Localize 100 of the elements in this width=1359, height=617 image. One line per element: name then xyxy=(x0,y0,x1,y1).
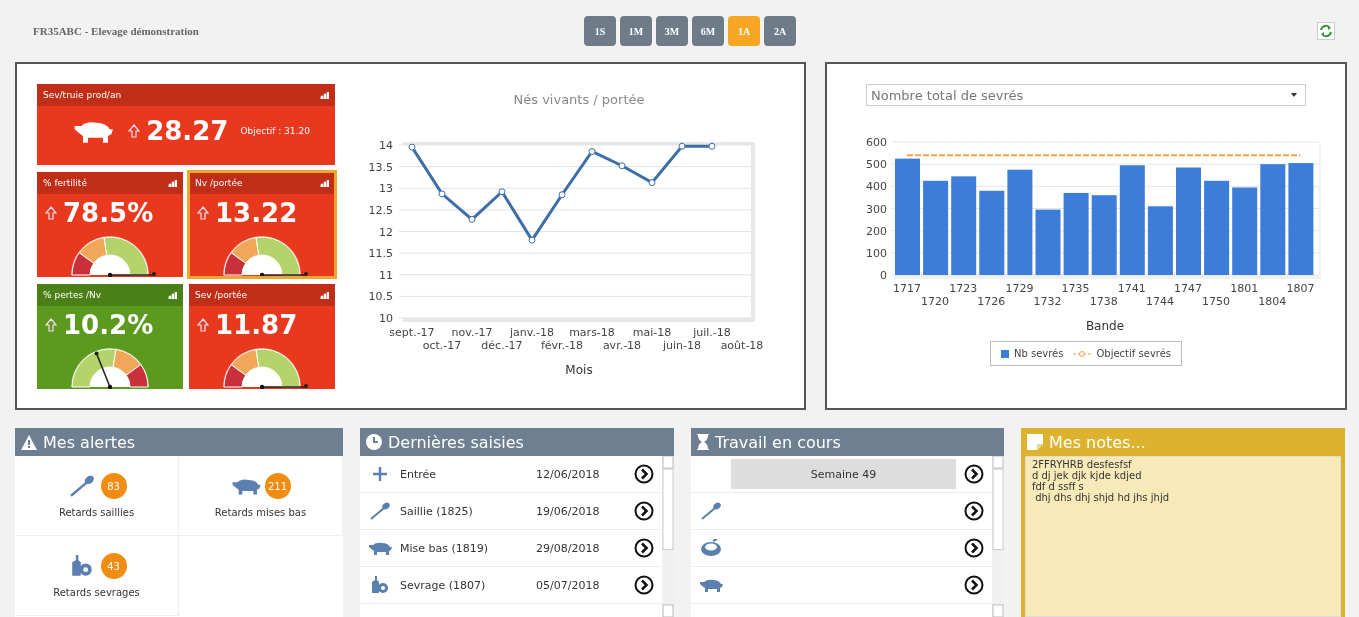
y-tick-label: 200 xyxy=(866,224,887,238)
kpi-objective: Objectif : 31.20 xyxy=(240,126,310,136)
kpi-tile[interactable]: Nv /portée 13.22 xyxy=(189,172,335,277)
kpi-value: 11.87 xyxy=(215,310,298,340)
legend-label: Objectif sevrés xyxy=(1096,348,1172,359)
refresh-icon[interactable] xyxy=(1317,22,1335,40)
data-point xyxy=(588,148,596,155)
x-tick-label: juil.-18 xyxy=(693,326,731,339)
entry-label: Entrée xyxy=(400,467,438,481)
x-tick-label: 1801 xyxy=(1230,282,1259,295)
farm-title: FR35ABC - Elevage démonstration xyxy=(33,25,200,37)
x-tick-label: 1735 xyxy=(1061,282,1090,295)
x-tick-label: 1738 xyxy=(1089,295,1118,308)
up-arrow-icon xyxy=(197,206,209,220)
x-tick-label: 1807 xyxy=(1286,282,1315,295)
data-point xyxy=(648,179,656,187)
note-icon xyxy=(1027,434,1043,450)
data-point xyxy=(618,162,626,170)
x-tick-label: 1729 xyxy=(1005,282,1034,295)
y-tick-label: 13 xyxy=(379,182,393,196)
chevron-button[interactable] xyxy=(964,538,984,558)
axis-title: Bande xyxy=(1085,319,1125,333)
alert-label: Retards saillies xyxy=(58,507,135,518)
legend-swatch xyxy=(1000,349,1009,358)
period-button[interactable]: 6M xyxy=(692,16,724,46)
clock-icon xyxy=(366,434,382,450)
legend-line xyxy=(1073,349,1092,358)
kpi-title: Sev/truie prod/an xyxy=(43,90,122,100)
data-point xyxy=(468,215,476,223)
panel-header: Mes alertes xyxy=(15,428,343,456)
kpi-title: Sev /portée xyxy=(195,290,247,300)
y-tick-label: 13.5 xyxy=(368,160,393,174)
bar-chart-icon[interactable] xyxy=(168,179,177,187)
entry-label: Mise bas (1819) xyxy=(400,541,490,555)
y-tick-label: 300 xyxy=(866,202,887,216)
kpi-tile[interactable]: Sev /portée 11.87 xyxy=(189,284,335,389)
panel-header: Dernières saisies xyxy=(360,428,674,456)
y-tick-label: 400 xyxy=(866,180,887,194)
y-tick-label: 14 xyxy=(379,139,393,152)
catheter-icon xyxy=(368,502,392,520)
chevron-button[interactable] xyxy=(634,464,654,484)
bowl-icon xyxy=(699,539,723,557)
chevron-button[interactable] xyxy=(634,575,654,595)
x-tick-label: sept.-17 xyxy=(389,326,435,339)
hourglass-icon xyxy=(697,434,709,450)
x-tick-label: 1720 xyxy=(921,295,950,308)
x-tick-label: 1804 xyxy=(1258,295,1287,308)
x-tick-label: févr.-18 xyxy=(540,339,584,352)
chevron-button[interactable] xyxy=(964,501,984,521)
kpi-tile[interactable]: % fertilité 78.5% xyxy=(37,172,183,277)
x-tick-label: août-18 xyxy=(720,339,764,352)
y-tick-label: 600 xyxy=(866,136,887,149)
alert-item[interactable]: 211 Retards mises bas xyxy=(179,456,343,536)
x-tick-label: 1750 xyxy=(1202,295,1231,308)
entry-date: 12/06/2018 xyxy=(536,467,601,481)
x-tick-label: nov.-17 xyxy=(451,326,493,339)
scrollbar[interactable] xyxy=(662,456,674,617)
chevron-button[interactable] xyxy=(964,464,984,484)
dropdown-caret-icon xyxy=(1291,93,1297,97)
up-arrow-icon xyxy=(45,206,57,220)
count-badge: 83 xyxy=(100,473,127,499)
bar-chart-icon[interactable] xyxy=(320,291,329,299)
scrollbar[interactable] xyxy=(992,456,1004,617)
metric-dropdown[interactable]: Nombre total de sevrés xyxy=(866,84,1306,106)
x-tick-label: 1726 xyxy=(977,295,1006,308)
period-button[interactable]: 1S xyxy=(584,16,616,46)
x-tick-label: mai-18 xyxy=(632,326,672,339)
data-point xyxy=(498,188,506,196)
legend-label: Nb sevrés xyxy=(1013,348,1064,359)
up-arrow-icon xyxy=(45,318,57,332)
bar-chart-icon[interactable] xyxy=(320,179,329,187)
kpi-value: 78.5% xyxy=(63,198,154,228)
y-tick-label: 11 xyxy=(379,268,393,282)
up-arrow-icon xyxy=(197,318,209,332)
axis-title: Mois xyxy=(565,363,593,377)
y-tick-label: 10.5 xyxy=(368,290,393,304)
kpi-tile[interactable]: Sev/truie prod/an 28.27 Objectif : 31.20 xyxy=(37,84,335,165)
period-button[interactable]: 2A xyxy=(764,16,796,46)
alert-item[interactable]: 43 Retards sevrages xyxy=(15,536,179,616)
bar-chart-icon[interactable] xyxy=(320,91,329,99)
chevron-button[interactable] xyxy=(634,501,654,521)
kpi-tile[interactable]: % pertes /Nv 10.2% xyxy=(37,284,183,389)
y-tick-label: 100 xyxy=(866,246,887,260)
notes-field[interactable]: 2FFRYHRB desfesfsf d dj jek djk kjde kdjed fdf d ssff s dhj dhs dhj shjd hd jhs jhjd xyxy=(1025,456,1341,617)
count-badge: 211 xyxy=(264,473,291,499)
x-tick-label: juin-18 xyxy=(663,339,701,352)
chevron-button[interactable] xyxy=(634,538,654,558)
up-arrow-icon xyxy=(128,124,141,138)
period-button[interactable]: 3M xyxy=(656,16,688,46)
chevron-button[interactable] xyxy=(964,575,984,595)
x-tick-label: janv.-18 xyxy=(510,326,554,339)
alert-item[interactable]: 83 Retards saillies xyxy=(15,456,179,536)
alert-label: Retards mises bas xyxy=(214,507,307,518)
kpi-title: Nv /portée xyxy=(195,178,243,188)
x-tick-label: 1747 xyxy=(1174,282,1202,295)
x-tick-label: 1723 xyxy=(949,282,978,295)
period-button[interactable]: 1M xyxy=(620,16,652,46)
bar-chart-icon[interactable] xyxy=(168,291,177,299)
gauge-needle xyxy=(107,272,155,277)
x-tick-label: 1717 xyxy=(893,282,921,295)
